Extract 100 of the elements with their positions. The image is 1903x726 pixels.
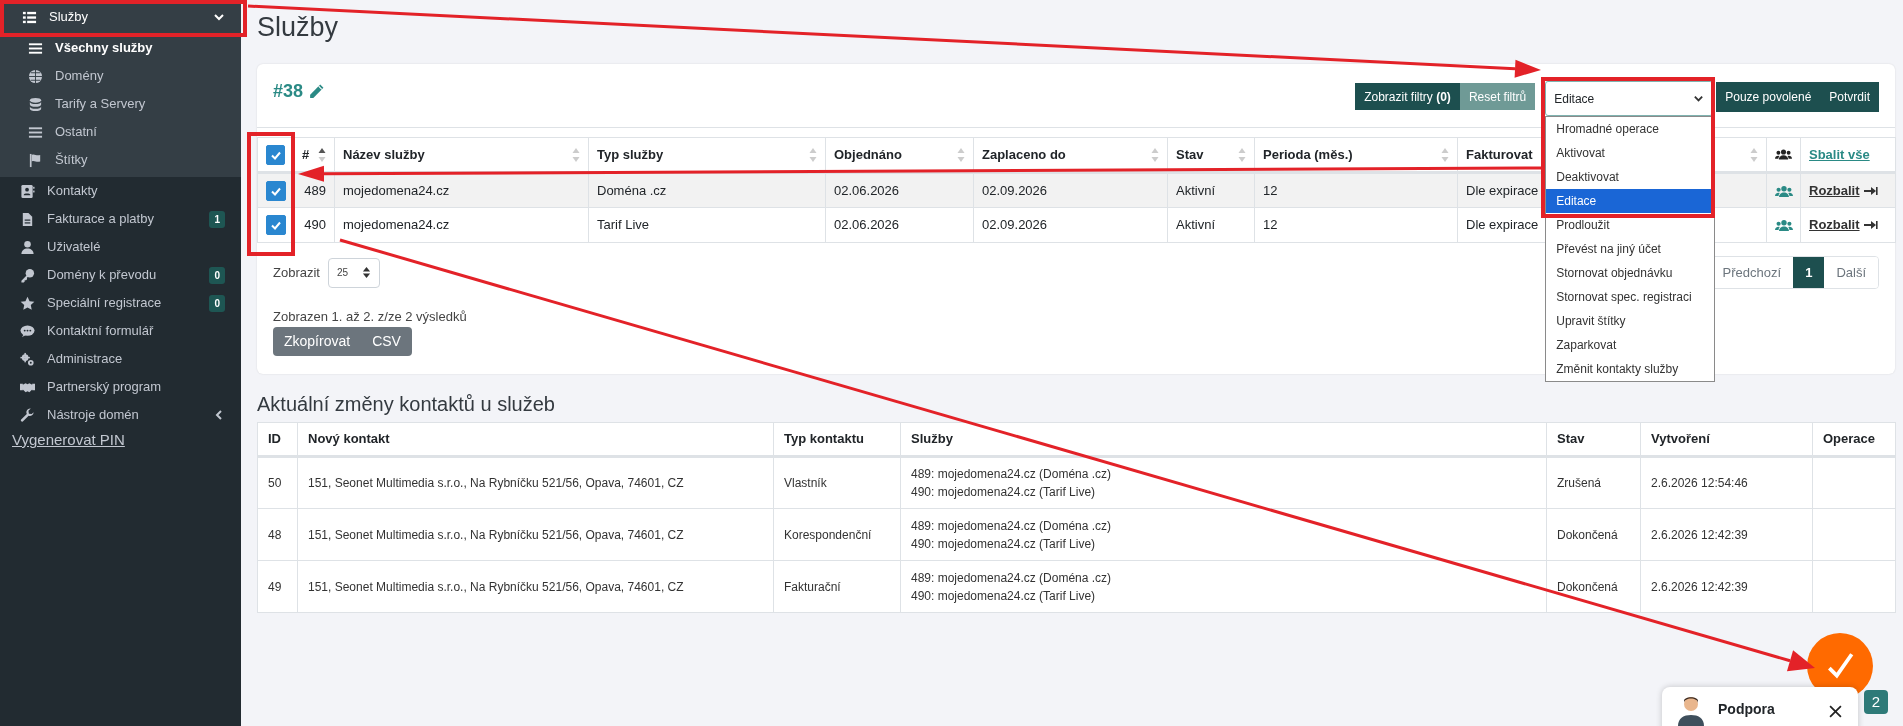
card-title: #38 — [273, 80, 304, 103]
table-cell: Vlastník — [784, 476, 827, 490]
flag-icon — [28, 152, 43, 168]
table-cell: Korespondenční — [784, 527, 872, 542]
document-icon — [20, 211, 35, 227]
sidebar-item[interactable]: Domény — [0, 62, 241, 90]
checkbox[interactable] — [266, 144, 285, 165]
table-cell-text: 489: mojedomena24.cz (Doména .cz) — [911, 517, 1113, 535]
chat-icon — [20, 323, 35, 339]
table-cell: Dokončená — [1557, 579, 1618, 594]
arrow-icon — [1863, 185, 1878, 196]
filter-button[interactable]: Zobrazit filtry (0) — [1355, 83, 1460, 110]
sidebar-item[interactable]: Kontaktní formulář — [0, 317, 241, 345]
globe-icon — [28, 68, 43, 84]
table-cell: 151, Seonet Multimedia s.r.o., Na Rybníčku 521/56, Opava, 74601, CZ — [308, 527, 684, 542]
users-icon[interactable] — [1775, 219, 1793, 233]
users-icon[interactable] — [1775, 184, 1793, 198]
dropdown-option[interactable]: Stornovat spec. registraci — [1546, 285, 1715, 309]
table-cell: 490 — [304, 217, 326, 233]
sidebar-group[interactable]: Nástroje domén — [0, 401, 241, 429]
csv-button[interactable]: CSV — [361, 326, 412, 356]
table-cell: 02.09.2026 — [982, 217, 1048, 233]
check-icon — [270, 219, 282, 231]
user-icon — [20, 239, 35, 255]
bulk-action-select[interactable]: Editace — [1545, 81, 1714, 116]
table-cell: 02.06.2026 — [834, 182, 900, 198]
table-cell: 489 — [304, 182, 326, 198]
sort-icon[interactable] — [318, 146, 326, 163]
column-header[interactable]: # — [302, 144, 310, 165]
copy-button[interactable]: Zkopírovat — [273, 326, 362, 356]
table-cell: Aktivní — [1176, 182, 1215, 198]
page-size-label: Zobrazit — [273, 263, 320, 282]
table-cell: 48 — [268, 527, 282, 542]
pagination-button[interactable]: 1 — [1793, 257, 1825, 288]
table-cell: 49 — [268, 579, 282, 594]
sidebar-item[interactable]: Fakturace a platby 1 — [0, 205, 241, 233]
sidebar-item[interactable]: Všechny služby — [0, 34, 241, 62]
table-cell: 151, Seonet Multimedia s.r.o., Na Rybníčku 521/56, Opava, 74601, CZ — [308, 476, 684, 490]
checkbox[interactable] — [266, 215, 286, 235]
results-info: Zobrazen 1. až 2. z/ze 2 výsledků — [273, 308, 467, 326]
page-size-select[interactable]: 25 — [327, 257, 381, 288]
column-header: Typ kontaktu — [784, 431, 864, 447]
dropdown-option[interactable]: Aktivovat — [1546, 141, 1715, 165]
count-badge: 1 — [209, 210, 225, 228]
column-header[interactable]: Název služby — [343, 144, 425, 165]
dropdown-option[interactable]: Hromadné operace — [1546, 117, 1715, 141]
column-header: Nový kontakt — [308, 431, 390, 447]
sidebar-item[interactable]: Domény k převodu 0 — [0, 261, 241, 289]
table-cell: Fakturační — [784, 579, 841, 594]
dropdown-option[interactable]: Prodloužit — [1546, 213, 1715, 237]
confirm-button[interactable]: Potvrdit — [1820, 82, 1879, 112]
sidebar-item[interactable]: Ostatní — [0, 118, 241, 146]
column-header: Operace — [1823, 431, 1876, 447]
arrow-icon — [1863, 220, 1878, 230]
column-header: ID — [268, 431, 281, 447]
column-header[interactable]: Typ služby — [597, 144, 664, 165]
dropdown-option[interactable]: Změnit kontakty služby — [1546, 357, 1715, 381]
column-header[interactable]: Fakturovat — [1466, 144, 1533, 165]
table-cell: 2.6.2026 12:42:39 — [1651, 527, 1748, 542]
contact-card-icon — [20, 183, 35, 199]
table-cell-text: 489: mojedomena24.cz (Doména .cz) — [911, 569, 1113, 587]
table-cell: 12 — [1263, 182, 1278, 198]
key-icon — [20, 267, 35, 283]
dropdown-option[interactable]: Deaktivovat — [1546, 165, 1715, 189]
table-cell: 02.06.2026 — [834, 217, 900, 233]
table-cell: 50 — [268, 476, 282, 490]
sidebar-item[interactable]: Štítky — [0, 146, 241, 174]
sidebar-link[interactable]: Vygenerovat PIN — [0, 429, 125, 452]
sidebar-item[interactable]: Tarify a Servery — [0, 90, 241, 118]
table-cell: Zrušená — [1557, 476, 1602, 490]
list-icon — [28, 40, 43, 56]
filter-toggle-button[interactable]: Pouze povolené — [1716, 82, 1821, 112]
sidebar-item[interactable]: Uživatelé — [0, 233, 241, 261]
table-cell: Doména .cz — [597, 182, 667, 198]
pencil-icon[interactable] — [308, 83, 326, 100]
table-cell-text: 490: mojedomena24.cz (Tarif Live) — [911, 484, 1097, 501]
sidebar-item[interactable]: Administrace — [0, 345, 241, 373]
notification-badge: 2 — [1864, 690, 1888, 714]
sidebar-item[interactable]: Partnerský program — [0, 373, 241, 401]
gears-icon — [20, 351, 35, 367]
column-header: Stav — [1557, 431, 1585, 447]
chat-title: Podpora — [1718, 700, 1775, 719]
column-header: Vytvoření — [1651, 431, 1710, 447]
support-chat-toast[interactable]: Podpora — [1662, 687, 1858, 726]
table-cell: Aktivní — [1176, 217, 1215, 233]
table-cell-text: 490: mojedomena24.cz (Tarif Live) — [911, 535, 1097, 553]
chevron-icon — [1693, 93, 1705, 104]
checkbox[interactable] — [266, 180, 286, 201]
count-badge: 0 — [209, 266, 225, 284]
dropdown-option[interactable]: Upravit štítky — [1546, 309, 1715, 333]
section-title: Aktuální změny kontaktů u služeb — [257, 392, 555, 416]
table-cell: mojedomena24.cz — [343, 217, 450, 233]
table-cell: Tarif Live — [597, 217, 650, 233]
chevron-icon — [213, 11, 225, 23]
sidebar-item[interactable]: Kontakty — [0, 177, 241, 205]
dropdown-option[interactable]: Zaparkovat — [1546, 333, 1715, 357]
column-header[interactable]: Stav — [1176, 144, 1204, 165]
star-icon — [20, 295, 35, 311]
table-cell: 12 — [1263, 217, 1278, 233]
sidebar-item[interactable]: Speciální registrace 0 — [0, 289, 241, 317]
